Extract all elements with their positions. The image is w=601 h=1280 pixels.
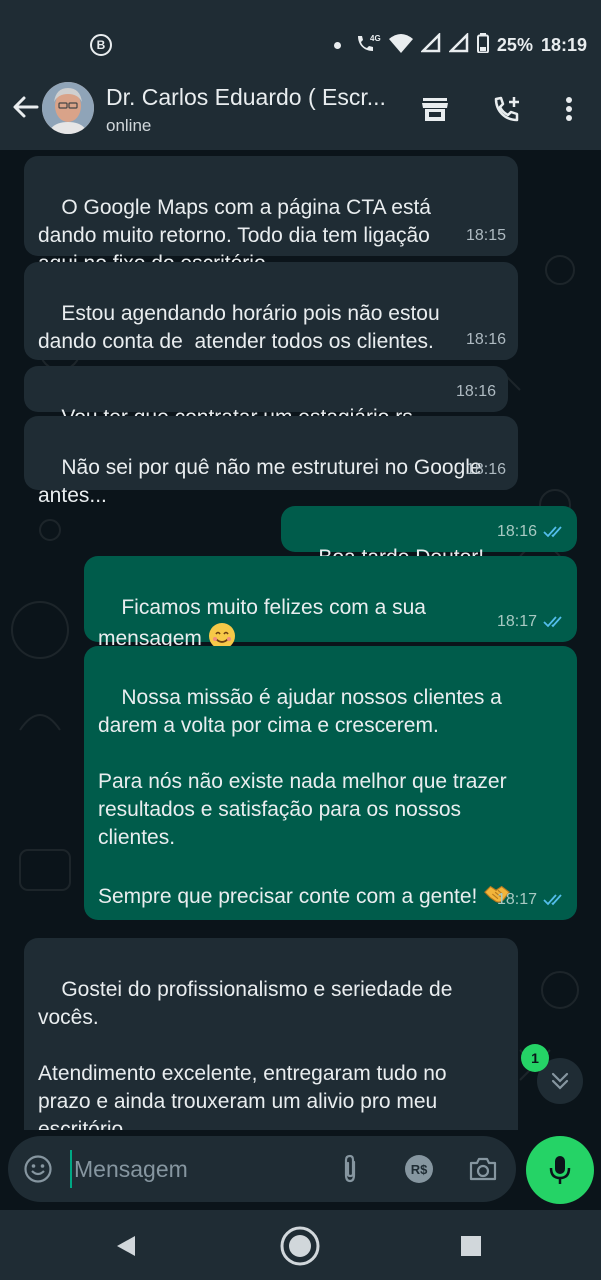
avatar[interactable]: [42, 82, 94, 134]
message-time: 18:16: [455, 383, 496, 400]
wifi-icon: [388, 33, 413, 58]
payment-icon: R$: [405, 1155, 433, 1183]
message-outgoing[interactable]: Boa tarde Doutor! 18:16: [281, 506, 577, 569]
add-call-icon: [494, 96, 519, 122]
message-time: 18:16: [465, 331, 506, 348]
message-incoming[interactable]: O Google Maps com a página CTA está dand…: [24, 156, 518, 275]
microphone-icon: [549, 1156, 571, 1184]
clock: 18:19: [540, 34, 587, 55]
nav-home-button[interactable]: [278, 1224, 322, 1268]
b-notification-icon: B: [90, 34, 112, 56]
payment-button[interactable]: R$: [403, 1153, 435, 1185]
chat-area[interactable]: O Google Maps com a página CTA está dand…: [0, 150, 601, 1130]
system-nav-bar: [0, 1210, 601, 1280]
message-input[interactable]: [70, 1150, 320, 1188]
back-arrow-icon: [13, 96, 39, 118]
message-time: 18:17: [496, 891, 537, 908]
status-icons: 4G 25% 18:19: [333, 30, 587, 60]
message-incoming[interactable]: Vou ter que contratar um estagiário rs 1…: [24, 366, 508, 429]
add-call-button[interactable]: [490, 92, 524, 126]
contact-name[interactable]: Dr. Carlos Eduardo ( Escr...: [106, 84, 386, 111]
camera-button[interactable]: [467, 1153, 499, 1185]
notification-dot-icon: [333, 41, 341, 49]
contact-status: online: [106, 116, 152, 135]
network-type-label: 4G: [370, 34, 381, 43]
message-text: Nossa missão é ajudar nossos clientes a …: [98, 686, 507, 908]
nav-back-button[interactable]: [104, 1224, 148, 1268]
signal-icon: [419, 31, 441, 58]
paperclip-icon: [344, 1154, 356, 1183]
message-meta: 18:16: [497, 518, 565, 546]
battery-percent: 25%: [496, 34, 533, 55]
double-check-read-icon: [543, 526, 562, 538]
store-icon: [422, 98, 448, 121]
emoji-icon: [24, 1155, 52, 1183]
message-incoming[interactable]: Gostei do profissionalismo e seriedade d…: [24, 938, 518, 1130]
message-text: Estou agendando horário pois não estou d…: [38, 302, 440, 353]
status-bar: B 4G 25% 18:19: [0, 0, 601, 80]
chat-header: Dr. Carlos Eduardo ( Escr... online: [0, 70, 601, 150]
message-incoming[interactable]: Estou agendando horário pois não estou d…: [24, 262, 518, 360]
message-meta: 18:17: [497, 608, 565, 636]
back-button[interactable]: [8, 90, 42, 124]
message-time: 18:16: [465, 461, 506, 478]
message-outgoing[interactable]: Nossa missão é ajudar nossos clientes a …: [84, 646, 577, 920]
attach-button[interactable]: [334, 1153, 366, 1185]
more-options-button[interactable]: [552, 92, 586, 126]
voice-message-button[interactable]: [526, 1136, 594, 1204]
double-check-read-icon: [543, 616, 562, 628]
nav-home-icon: [280, 1226, 320, 1266]
battery-icon: [476, 32, 489, 58]
message-meta: 18:17: [497, 886, 565, 914]
currency-label: R$: [411, 1162, 428, 1177]
nav-recents-icon: [461, 1236, 481, 1256]
emoji-button[interactable]: [22, 1153, 54, 1185]
message-time: 18:15: [465, 227, 506, 244]
message-input-bar: R$: [8, 1136, 516, 1202]
nav-recents-button[interactable]: [449, 1224, 493, 1268]
double-chevron-down-icon: [551, 1072, 569, 1090]
message-incoming[interactable]: Não sei por quê não me estruturei no Goo…: [24, 416, 518, 507]
message-text: Gostei do profissionalismo e seriedade d…: [38, 978, 453, 1130]
double-check-read-icon: [543, 894, 562, 906]
camera-icon: [469, 1157, 497, 1181]
unread-count-badge: 1: [521, 1044, 549, 1072]
volte-call-icon: 4G: [355, 32, 381, 59]
nav-back-icon: [117, 1236, 135, 1256]
message-outgoing[interactable]: Ficamos muito felizes com a sua mensagem…: [84, 556, 577, 650]
signal-icon-2: [447, 31, 469, 58]
message-time: 18:16: [496, 523, 537, 540]
message-text: Ficamos muito felizes com a sua mensagem: [98, 596, 426, 650]
catalog-button[interactable]: [418, 92, 452, 126]
message-time: 18:17: [496, 613, 537, 630]
more-vert-icon: [566, 97, 572, 121]
